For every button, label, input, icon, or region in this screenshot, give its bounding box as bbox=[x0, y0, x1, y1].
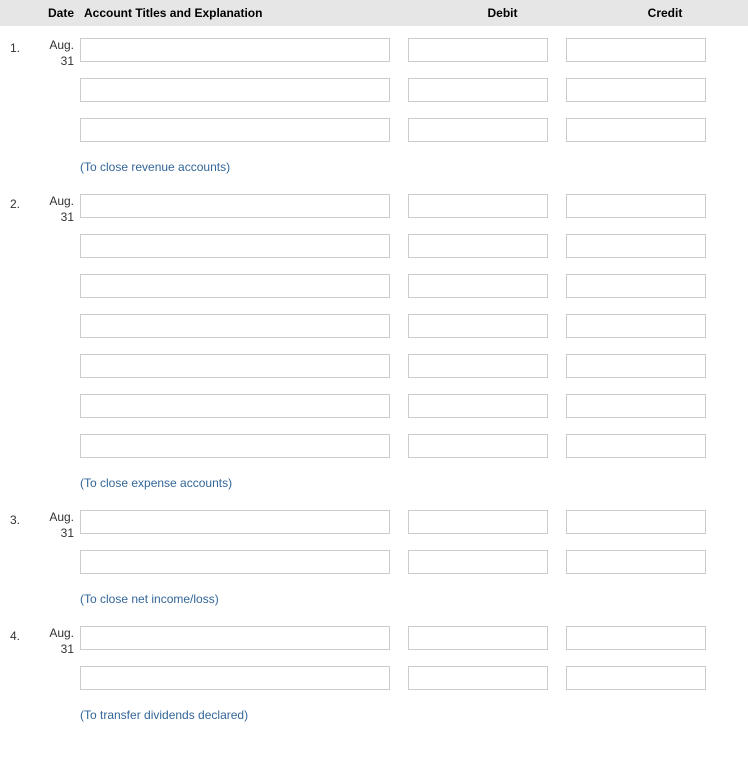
table-header-row: Date Account Titles and Explanation Debi… bbox=[0, 0, 748, 26]
input-line bbox=[80, 194, 748, 218]
debit-input[interactable] bbox=[408, 550, 548, 574]
debit-input[interactable] bbox=[408, 666, 548, 690]
entry-date: Aug.31 bbox=[30, 38, 80, 69]
input-line bbox=[80, 274, 748, 298]
account-title-input[interactable] bbox=[80, 354, 390, 378]
credit-input[interactable] bbox=[566, 550, 706, 574]
input-line bbox=[80, 510, 748, 534]
input-line bbox=[80, 78, 748, 102]
debit-input[interactable] bbox=[408, 78, 548, 102]
credit-input[interactable] bbox=[566, 626, 706, 650]
input-line bbox=[80, 666, 748, 690]
journal-entry: 1.Aug.31 (To close revenue accounts) bbox=[0, 26, 748, 182]
debit-input[interactable] bbox=[408, 274, 548, 298]
entry-explanation: (To close expense accounts) bbox=[80, 474, 748, 498]
account-title-input[interactable] bbox=[80, 394, 390, 418]
debit-input[interactable] bbox=[408, 354, 548, 378]
entry-explanation: (To transfer dividends declared) bbox=[80, 706, 748, 730]
credit-input[interactable] bbox=[566, 78, 706, 102]
credit-input[interactable] bbox=[566, 194, 706, 218]
entry-number: 2. bbox=[0, 194, 30, 211]
account-title-input[interactable] bbox=[80, 626, 390, 650]
credit-input[interactable] bbox=[566, 38, 706, 62]
entry-content: (To close expense accounts) bbox=[80, 194, 748, 498]
journal-entry: 2.Aug.31 (To close expense accounts) bbox=[0, 182, 748, 498]
credit-input[interactable] bbox=[566, 666, 706, 690]
account-title-input[interactable] bbox=[80, 194, 390, 218]
input-line bbox=[80, 234, 748, 258]
header-account: Account Titles and Explanation bbox=[80, 6, 420, 20]
entry-date: Aug.31 bbox=[30, 510, 80, 541]
debit-input[interactable] bbox=[408, 234, 548, 258]
debit-input[interactable] bbox=[408, 434, 548, 458]
entry-number: 1. bbox=[0, 38, 30, 55]
account-title-input[interactable] bbox=[80, 78, 390, 102]
account-title-input[interactable] bbox=[80, 274, 390, 298]
credit-input[interactable] bbox=[566, 234, 706, 258]
debit-input[interactable] bbox=[408, 38, 548, 62]
credit-input[interactable] bbox=[566, 118, 706, 142]
account-title-input[interactable] bbox=[80, 550, 390, 574]
header-date: Date bbox=[30, 6, 80, 20]
input-line bbox=[80, 394, 748, 418]
credit-input[interactable] bbox=[566, 314, 706, 338]
journal-entry: 3.Aug.31 (To close net income/loss) bbox=[0, 498, 748, 614]
journal-entry: 4.Aug.31 (To transfer dividends declared) bbox=[0, 614, 748, 730]
input-line bbox=[80, 354, 748, 378]
entry-content: (To close revenue accounts) bbox=[80, 38, 748, 182]
debit-input[interactable] bbox=[408, 314, 548, 338]
header-credit: Credit bbox=[585, 6, 745, 20]
entry-content: (To transfer dividends declared) bbox=[80, 626, 748, 730]
input-line bbox=[80, 434, 748, 458]
debit-input[interactable] bbox=[408, 626, 548, 650]
entry-number: 4. bbox=[0, 626, 30, 643]
debit-input[interactable] bbox=[408, 510, 548, 534]
header-debit: Debit bbox=[420, 6, 585, 20]
entry-explanation: (To close net income/loss) bbox=[80, 590, 748, 614]
input-line bbox=[80, 550, 748, 574]
account-title-input[interactable] bbox=[80, 666, 390, 690]
header-blank bbox=[0, 6, 30, 20]
entry-number: 3. bbox=[0, 510, 30, 527]
entry-content: (To close net income/loss) bbox=[80, 510, 748, 614]
credit-input[interactable] bbox=[566, 510, 706, 534]
debit-input[interactable] bbox=[408, 118, 548, 142]
account-title-input[interactable] bbox=[80, 234, 390, 258]
credit-input[interactable] bbox=[566, 394, 706, 418]
input-line bbox=[80, 38, 748, 62]
input-line bbox=[80, 314, 748, 338]
account-title-input[interactable] bbox=[80, 510, 390, 534]
account-title-input[interactable] bbox=[80, 314, 390, 338]
credit-input[interactable] bbox=[566, 354, 706, 378]
account-title-input[interactable] bbox=[80, 434, 390, 458]
entry-explanation: (To close revenue accounts) bbox=[80, 158, 748, 182]
credit-input[interactable] bbox=[566, 434, 706, 458]
input-line bbox=[80, 118, 748, 142]
input-line bbox=[80, 626, 748, 650]
journal-entry-table: Date Account Titles and Explanation Debi… bbox=[0, 0, 748, 730]
account-title-input[interactable] bbox=[80, 38, 390, 62]
debit-input[interactable] bbox=[408, 194, 548, 218]
account-title-input[interactable] bbox=[80, 118, 390, 142]
credit-input[interactable] bbox=[566, 274, 706, 298]
debit-input[interactable] bbox=[408, 394, 548, 418]
entry-date: Aug.31 bbox=[30, 626, 80, 657]
entry-date: Aug.31 bbox=[30, 194, 80, 225]
